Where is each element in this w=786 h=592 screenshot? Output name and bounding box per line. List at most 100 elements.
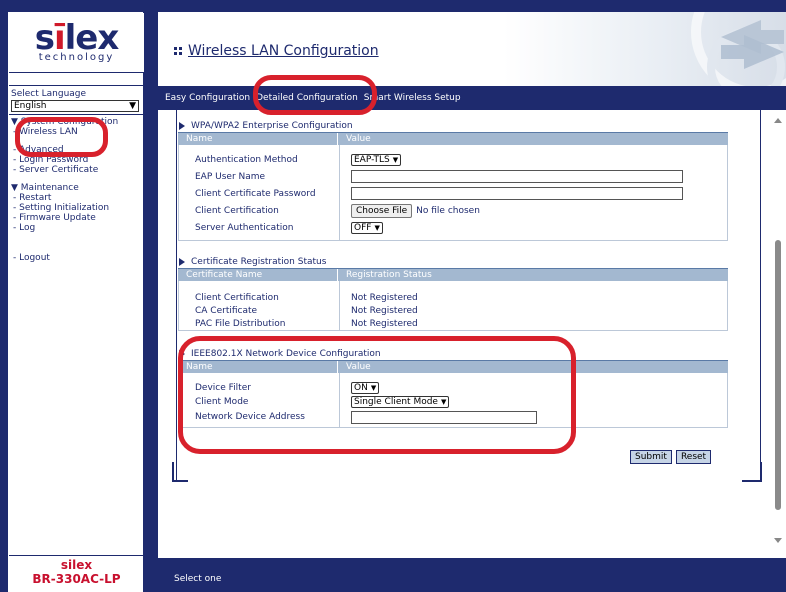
language-label: Select Language (11, 89, 87, 99)
device-config-title-text: IEEE802.1X Network Device Configuration (191, 349, 381, 359)
choose-file-button[interactable]: Choose File (351, 203, 413, 218)
model-info: silex BR-330AC-LP (9, 555, 144, 592)
col-registration-status: Registration Status (346, 270, 432, 280)
device-filter-select[interactable]: ON ▼ (351, 382, 380, 394)
nav-item-firmware-update[interactable]: - Firmware Update (11, 213, 141, 223)
content-area: WPA/WPA2 Enterprise Configuration Name Va… (158, 110, 786, 558)
page-title: Wireless LAN Configuration (174, 43, 379, 59)
cert-name: PAC File Distribution (195, 318, 286, 329)
server-auth-value: OFF (354, 222, 372, 233)
scroll-up-icon[interactable] (774, 118, 782, 123)
device-filter-label: Device Filter (195, 383, 251, 393)
tab-detailed-configuration[interactable]: Detailed Configuration (253, 86, 361, 110)
server-auth-select[interactable]: OFF ▼ (351, 221, 383, 234)
table-row: Client Mode Single Client Mode ▼ (179, 395, 727, 409)
nav-item-login-password[interactable]: - Login Password (11, 155, 141, 165)
device-filter-value: ON (354, 383, 368, 393)
model-vendor: silex (60, 558, 93, 572)
auth-method-label: Authentication Method (195, 154, 298, 165)
device-config-section: IEEE802.1X Network Device Configuration … (178, 348, 728, 428)
language-value: English (14, 101, 47, 111)
device-config-title: IEEE802.1X Network Device Configuration (178, 348, 728, 360)
auth-method-select[interactable]: EAP-TLS ▼ (351, 153, 402, 166)
panel-corner-left-bottom (172, 480, 188, 482)
main-frame: Wireless LAN Configuration Easy Configur… (150, 0, 786, 592)
client-mode-label: Client Mode (195, 397, 249, 407)
table-row: Client Certification Not Registered (179, 291, 727, 304)
cert-name: Client Certification (195, 292, 279, 303)
col-name: Name (178, 133, 338, 145)
nav-item-restart[interactable]: - Restart (11, 193, 141, 203)
nav-head-system-configuration[interactable]: ▼ System Configuration (11, 117, 141, 127)
nav-head-maintenance[interactable]: ▼ Maintenance (11, 183, 141, 193)
device-table-header: Name Value (178, 360, 728, 373)
table-row: Server Authentication OFF ▼ (179, 219, 727, 236)
status-bar: Select one (158, 558, 786, 592)
enterprise-title-text: WPA/WPA2 Enterprise Configuration (191, 121, 353, 131)
scroll-thumb[interactable] (775, 240, 781, 510)
chevron-down-icon: ▼ (370, 384, 377, 392)
left-navigation-frame: sīlex technology Select Language English… (0, 0, 150, 592)
triangle-right-icon (179, 350, 185, 358)
nav-item-setting-initialization[interactable]: - Setting Initialization (11, 203, 141, 213)
vertical-scrollbar[interactable] (770, 110, 786, 558)
client-mode-value: Single Client Mode (354, 397, 438, 407)
table-row: PAC File Distribution Not Registered (179, 317, 727, 330)
table-row: Device Filter ON ▼ (179, 381, 727, 395)
eap-user-input[interactable] (351, 170, 683, 183)
logo-wordmark: sīlex (34, 18, 120, 58)
cert-status: Not Registered (351, 292, 418, 303)
client-cert-password-label: Client Certificate Password (195, 188, 316, 199)
cert-status: Not Registered (351, 305, 418, 316)
eap-user-label: EAP User Name (195, 171, 266, 182)
chevron-down-icon: ▼ (440, 398, 447, 406)
client-mode-select[interactable]: Single Client Mode ▼ (351, 396, 450, 408)
cert-name: CA Certificate (195, 305, 258, 316)
enterprise-section: WPA/WPA2 Enterprise Configuration Name Va… (178, 120, 728, 241)
cert-status-title: Certificate Registration Status (178, 256, 728, 268)
col-value: Value (346, 134, 371, 144)
arrows-decoration-icon (691, 12, 786, 86)
cert-status-title-text: Certificate Registration Status (191, 257, 327, 267)
nav-item-logout[interactable]: - Logout (11, 253, 141, 263)
nav-item-server-certificate[interactable]: - Server Certificate (11, 165, 141, 175)
submit-button[interactable]: Submit (630, 450, 672, 464)
form-buttons: Submit Reset (630, 450, 712, 464)
cert-status-table-header: Certificate Name Registration Status (178, 268, 728, 281)
client-cert-password-input[interactable] (351, 187, 683, 200)
tab-smart-wireless-setup[interactable]: Smart Wireless Setup (361, 86, 464, 110)
triangle-right-icon (179, 258, 185, 266)
page-header: Wireless LAN Configuration (158, 12, 786, 86)
logo: sīlex technology (9, 13, 144, 73)
col-name: Name (178, 361, 338, 373)
chevron-down-icon: ▼ (392, 155, 399, 164)
grid-bullet-icon (174, 47, 182, 55)
panel-corner-right-bottom (742, 480, 762, 482)
table-row: Network Device Address (179, 409, 727, 425)
scroll-down-icon[interactable] (774, 538, 782, 543)
language-selector: Select Language English ▼ (9, 85, 144, 115)
table-row: Authentication Method EAP-TLS ▼ (179, 151, 727, 168)
nav-item-wireless-lan[interactable]: - Wireless LAN (11, 127, 141, 137)
page-title-text: Wireless LAN Configuration (188, 43, 379, 59)
col-value: Value (346, 362, 371, 372)
sidebar-nav: ▼ System Configuration - Wireless LAN - … (11, 117, 141, 263)
reset-button[interactable]: Reset (675, 450, 712, 464)
tab-easy-configuration[interactable]: Easy Configuration (162, 86, 253, 110)
cert-status-table: Client Certification Not Registered CA Ce… (178, 281, 728, 331)
table-row: CA Certificate Not Registered (179, 304, 727, 317)
table-row: EAP User Name (179, 168, 727, 185)
file-status: No file chosen (416, 205, 480, 216)
network-device-address-input[interactable] (351, 410, 537, 424)
enterprise-table: Authentication Method EAP-TLS ▼ EAP User … (178, 145, 728, 241)
col-cert-name: Certificate Name (178, 269, 338, 281)
network-device-address-label: Network Device Address (195, 412, 305, 422)
sidebar: sīlex technology Select Language English… (8, 12, 144, 592)
client-cert-label: Client Certification (195, 205, 279, 216)
scroll-area: WPA/WPA2 Enterprise Configuration Name Va… (158, 110, 770, 558)
nav-item-log[interactable]: - Log (11, 223, 141, 233)
language-select[interactable]: English ▼ (11, 100, 139, 112)
table-row: Client Certification Choose File No file … (179, 202, 727, 219)
nav-item-advanced[interactable]: - Advanced (11, 145, 141, 155)
server-auth-label: Server Authentication (195, 222, 294, 233)
